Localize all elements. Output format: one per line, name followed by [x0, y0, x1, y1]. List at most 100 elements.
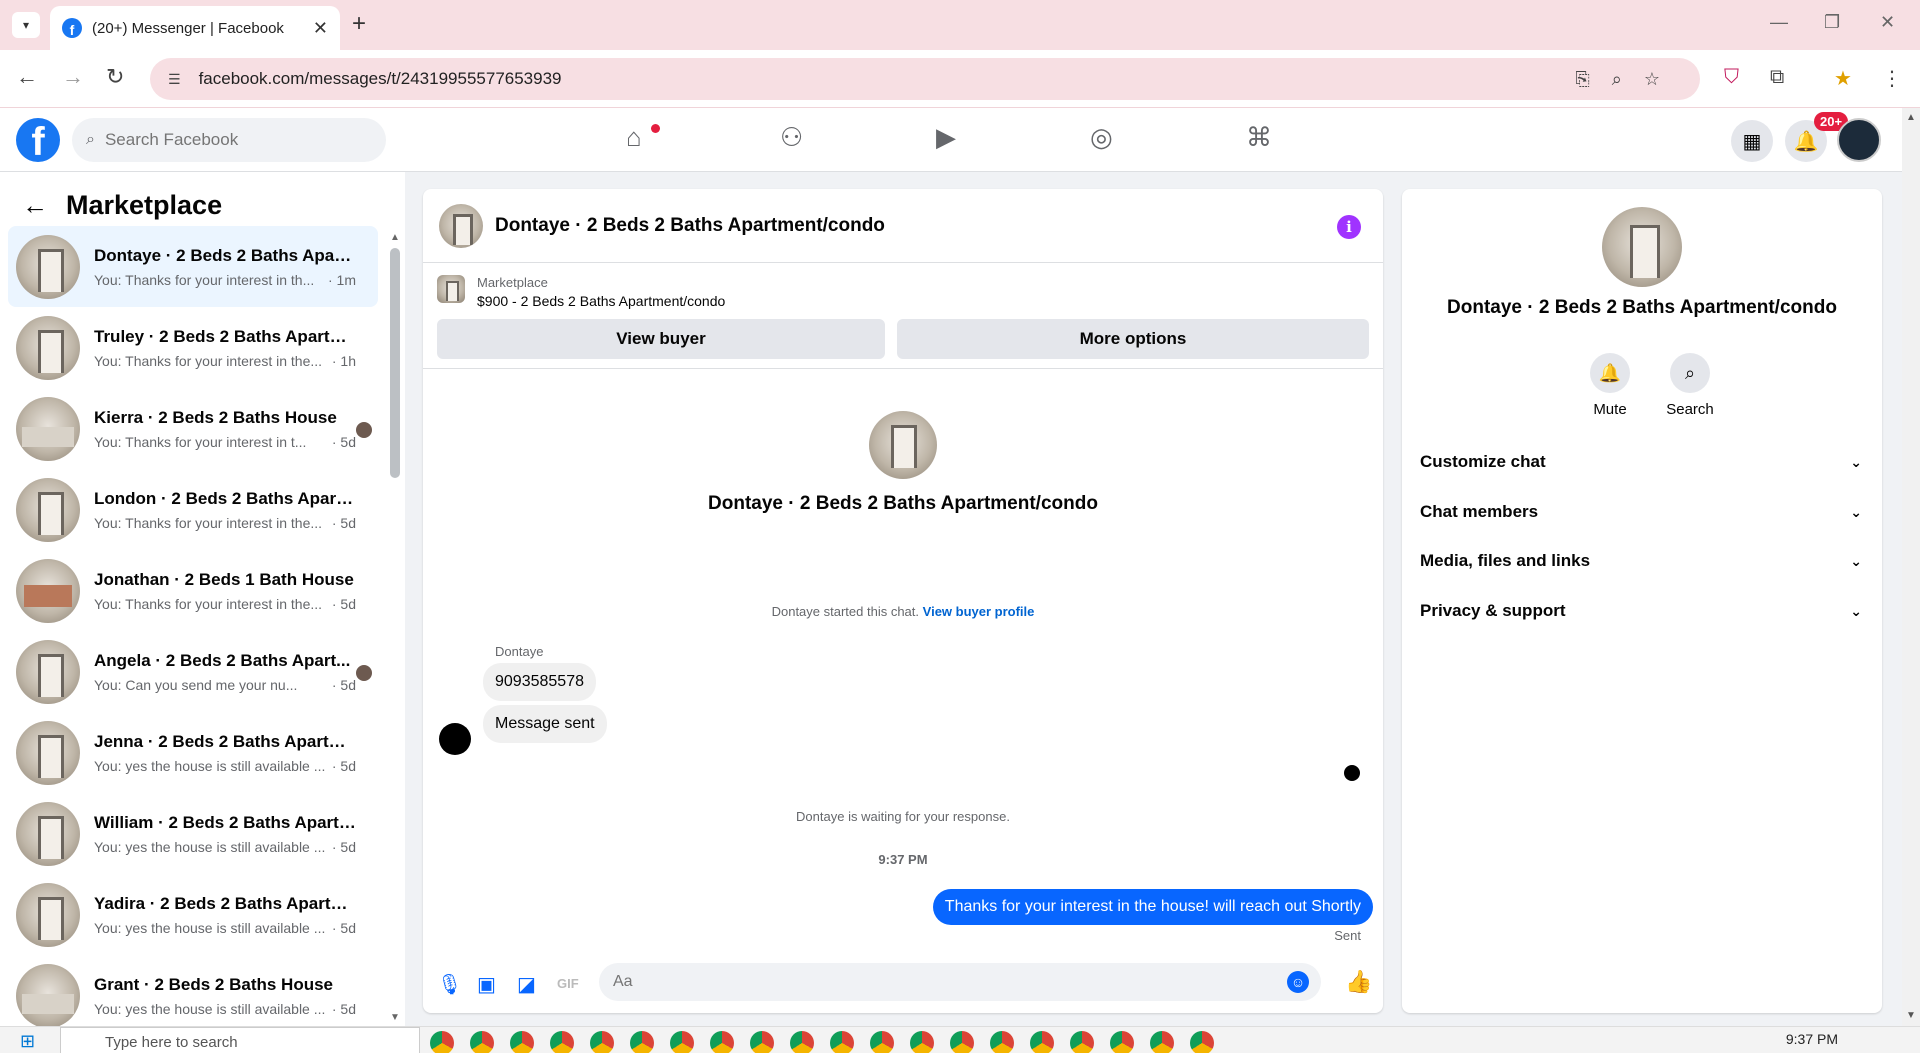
chrome-taskbar-icon[interactable]	[470, 1031, 494, 1053]
address-bar[interactable]: ☰ facebook.com/messages/t/24319955577653…	[150, 58, 1700, 100]
seen-avatar-icon	[356, 665, 372, 681]
photo-gallery-icon[interactable]: ▣	[477, 972, 496, 997]
conversation-item[interactable]: Dontaye · 2 Beds 2 Baths Apart... You: Th…	[8, 226, 378, 307]
facebook-search[interactable]: ⌕	[72, 118, 386, 162]
sidebar-scrollbar[interactable]	[390, 248, 400, 478]
search-conversation-button[interactable]: ⌕ Search	[1660, 353, 1720, 418]
minimize-icon[interactable]: —	[1770, 12, 1788, 33]
chat-members-row[interactable]: Chat members ⌄	[1402, 487, 1882, 537]
chrome-taskbar-icon[interactable]	[1150, 1031, 1174, 1053]
forward-icon[interactable]: →	[62, 64, 84, 90]
conversation-item[interactable]: Jenna · 2 Beds 2 Baths Apartme... You: ye…	[8, 712, 378, 793]
info-avatar[interactable]	[1602, 207, 1682, 287]
profile-avatar-icon[interactable]: ★	[1834, 66, 1852, 91]
site-info-icon[interactable]: ☰	[168, 71, 181, 88]
gif-icon[interactable]: GIF	[557, 976, 579, 991]
extension-shield-icon[interactable]: ⛉	[1724, 66, 1739, 89]
scroll-up-icon[interactable]: ▲	[1906, 112, 1916, 123]
scroll-down-icon[interactable]: ▼	[390, 1012, 400, 1023]
groups-icon[interactable]: ◎	[1090, 122, 1113, 153]
chrome-taskbar-icon[interactable]	[910, 1031, 934, 1053]
chrome-taskbar-icon[interactable]	[830, 1031, 854, 1053]
conversation-item[interactable]: London · 2 Beds 2 Baths Apartm... You: Th…	[8, 469, 378, 550]
browser-menu-icon[interactable]: ⋮	[1882, 66, 1902, 91]
chat-header-avatar[interactable]	[439, 203, 483, 248]
incoming-message-phone[interactable]: 9093585578	[483, 663, 596, 701]
emoji-icon[interactable]: ☺	[1287, 971, 1309, 993]
facebook-logo-icon[interactable]: f	[16, 118, 60, 162]
listing-thumbnail[interactable]	[437, 275, 465, 303]
chrome-taskbar-icon[interactable]	[870, 1031, 894, 1053]
new-tab-icon[interactable]: +	[352, 10, 366, 38]
conversation-item[interactable]: Angela · 2 Beds 2 Baths Apart... You: Can…	[8, 631, 378, 712]
outgoing-message[interactable]: Thanks for your interest in the house! w…	[932, 889, 1373, 925]
chrome-taskbar-icon[interactable]	[1070, 1031, 1094, 1053]
bookmark-star-icon[interactable]: ☆	[1644, 69, 1660, 90]
tab-list-button[interactable]: ▾	[12, 12, 40, 38]
conversation-item[interactable]: William · 2 Beds 2 Baths Apartm... You: y…	[8, 793, 378, 874]
back-arrow-icon[interactable]: ←	[22, 190, 48, 221]
close-tab-icon[interactable]: ✕	[313, 18, 328, 39]
facebook-search-input[interactable]	[104, 130, 345, 150]
chrome-taskbar-icon[interactable]	[630, 1031, 654, 1053]
view-buyer-button[interactable]: View buyer	[437, 319, 885, 359]
windows-start-icon[interactable]: ⊞	[20, 1031, 35, 1052]
chrome-taskbar-icon[interactable]	[510, 1031, 534, 1053]
chrome-taskbar-icon[interactable]	[670, 1031, 694, 1053]
conversation-item[interactable]: Grant · 2 Beds 2 Baths House You: yes the…	[8, 955, 378, 1036]
conversation-item[interactable]: Kierra · 2 Beds 2 Baths House You: Thanks…	[8, 388, 378, 469]
menu-grid-button[interactable]: ▦	[1731, 120, 1773, 162]
conversation-item[interactable]: Truley · 2 Beds 2 Baths Apartme... You: T…	[8, 307, 378, 388]
message-input[interactable]	[613, 973, 1253, 991]
sticker-icon[interactable]: ◪	[517, 972, 536, 997]
like-thumb-icon[interactable]: 👍	[1345, 969, 1372, 995]
friends-icon[interactable]: ⚇	[780, 122, 803, 153]
extensions-puzzle-icon[interactable]: ⧉	[1770, 66, 1784, 89]
chrome-taskbar-icon[interactable]	[550, 1031, 574, 1053]
chat-header-name[interactable]: Dontaye · 2 Beds 2 Baths Apartment/condo	[495, 215, 885, 237]
conversation-item[interactable]: Jonathan · 2 Beds 1 Bath House You: Thank…	[8, 550, 378, 631]
sender-avatar[interactable]	[439, 723, 471, 755]
close-window-icon[interactable]: ✕	[1880, 12, 1895, 33]
chrome-taskbar-icon[interactable]	[710, 1031, 734, 1053]
chrome-taskbar-icon[interactable]	[990, 1031, 1014, 1053]
scroll-down-icon[interactable]: ▼	[1906, 1010, 1916, 1021]
chrome-taskbar-icon[interactable]	[950, 1031, 974, 1053]
chat-intro-avatar[interactable]	[869, 411, 937, 479]
conversation-subline: You: yes the house is still available ..…	[94, 920, 356, 936]
chrome-taskbar-icon[interactable]	[1190, 1031, 1214, 1053]
media-files-links-row[interactable]: Media, files and links ⌄	[1402, 536, 1882, 586]
message-input-box[interactable]: ☺	[599, 963, 1321, 1001]
chrome-taskbar-icon[interactable]	[430, 1031, 454, 1053]
restore-icon[interactable]: ❐	[1824, 12, 1840, 33]
chrome-taskbar-icon[interactable]	[1110, 1031, 1134, 1053]
privacy-support-label: Privacy & support	[1420, 601, 1566, 620]
conversation-item[interactable]: Yadira · 2 Beds 2 Baths Apartme... You: y…	[8, 874, 378, 955]
reload-icon[interactable]: ↻	[106, 64, 124, 90]
browser-tab-active[interactable]: f (20+) Messenger | Facebook ✕	[50, 6, 340, 50]
microphone-icon[interactable]: 🎙	[437, 972, 462, 997]
chrome-taskbar-icon[interactable]	[1030, 1031, 1054, 1053]
back-icon[interactable]: ←	[16, 64, 38, 90]
customize-chat-row[interactable]: Customize chat ⌄	[1402, 437, 1882, 487]
zoom-icon[interactable]: ⌕	[1612, 69, 1622, 90]
install-app-icon[interactable]: ⎘	[1575, 69, 1589, 90]
watch-video-icon[interactable]: ▶	[936, 122, 956, 153]
chrome-taskbar-icon[interactable]	[590, 1031, 614, 1053]
view-buyer-profile-link[interactable]: View buyer profile	[923, 604, 1035, 619]
listing-price[interactable]: $900 - 2 Beds 2 Baths Apartment/condo	[477, 293, 725, 309]
listing-banner: Marketplace $900 - 2 Beds 2 Baths Apartm…	[423, 263, 1383, 369]
mute-button[interactable]: 🔔 Mute	[1580, 353, 1640, 418]
taskbar-search[interactable]: Type here to search	[60, 1027, 420, 1053]
page-scrollbar[interactable]: ▲ ▼	[1902, 108, 1920, 1026]
incoming-message-sent[interactable]: Message sent	[483, 705, 607, 743]
scroll-up-icon[interactable]: ▲	[390, 232, 400, 243]
account-avatar[interactable]	[1837, 118, 1881, 162]
more-options-button[interactable]: More options	[897, 319, 1369, 359]
chrome-taskbar-icon[interactable]	[750, 1031, 774, 1053]
privacy-support-row[interactable]: Privacy & support ⌄	[1402, 586, 1882, 636]
chrome-taskbar-icon[interactable]	[790, 1031, 814, 1053]
home-icon[interactable]: ⌂	[626, 122, 642, 153]
conversation-info-icon[interactable]: i	[1337, 215, 1361, 239]
gaming-icon[interactable]: ⌘	[1246, 122, 1272, 153]
